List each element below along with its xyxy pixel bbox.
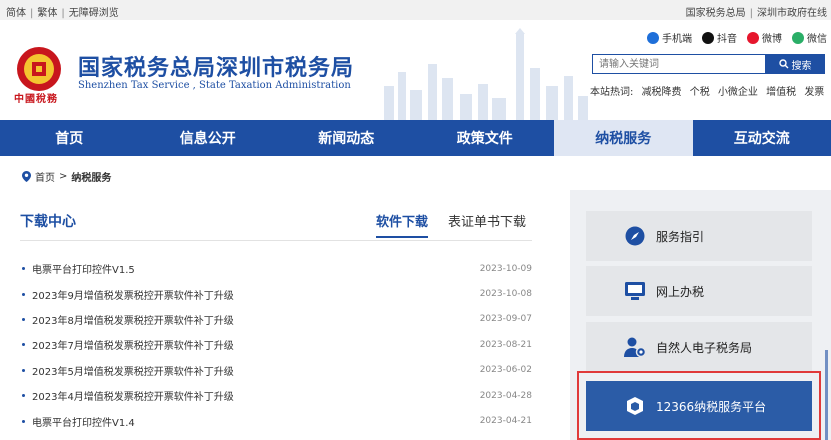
item-date: 2023-04-28 [479,390,532,401]
bullet-icon [22,394,25,398]
social-label: 抖音 [717,34,737,45]
nav-item-info-disclosure[interactable]: 信息公开 [139,120,278,156]
language-links: 简体 | 繁体 | 无障碍浏览 [6,4,119,19]
service-label: 网上办税 [656,284,705,299]
list-item[interactable]: 2023年4月增值税发票税控开票软件补丁升级 2023-04-28 [20,383,532,408]
hot-word-link[interactable]: 小微企业 [718,87,758,98]
bullet-icon [22,419,25,423]
item-date: 2023-10-09 [479,263,532,274]
city-government-link[interactable]: 深圳市政府在线 [757,8,827,19]
nav-item-interaction[interactable]: 互动交流 [693,120,831,156]
site-subtitle: Shenzhen Tax Service , State Taxation Ad… [78,80,351,91]
item-title[interactable]: 2023年8月增值税发票税控开票软件补丁升级 [32,312,472,327]
hot-word-link[interactable]: 发票 [804,87,824,98]
bullet-icon [22,343,25,347]
bullet-icon [22,267,25,271]
tab-forms-download[interactable]: 表证单书下载 [448,211,526,238]
monitor-icon [624,280,646,302]
download-center-title: 下载中心 [20,214,76,230]
social-item-mobile[interactable]: 手机端 [647,30,692,45]
social-links: 手机端 抖音 微博 微信 [647,30,827,45]
item-title[interactable]: 2023年5月增值税发票税控开票软件补丁升级 [32,363,472,378]
hot-words-label: 本站热词: [590,87,634,98]
mobile-icon [647,31,659,44]
bullet-icon [22,368,25,372]
site-header: 中國稅務 国家税务总局深圳市税务局 Shenzhen Tax Service ,… [0,20,831,120]
divider: | [749,8,753,19]
bullet-icon [22,292,25,296]
person-icon [624,336,646,358]
service-guide-button[interactable]: 服务指引 [586,211,812,261]
item-date: 2023-10-08 [479,289,532,300]
search-button[interactable]: 搜索 [765,54,825,74]
hot-words: 本站热词: 减税降费 个税 小微企业 增值税 发票 [590,83,824,98]
item-title[interactable]: 2023年9月增值税发票税控开票软件补丁升级 [32,287,472,302]
list-item[interactable]: 2023年8月增值税发票税控开票软件补丁升级 2023-09-07 [20,307,532,332]
top-utility-bar: 简体 | 繁体 | 无障碍浏览 国家税务总局 | 深圳市政府在线 [0,0,831,20]
partial-icon [825,350,828,440]
tax-emblem-icon [17,47,61,91]
main-nav: 首页 信息公开 新闻动态 政策文件 纳税服务 互动交流 [0,120,831,156]
individual-e-tax-button[interactable]: 自然人电子税务局 [586,322,812,372]
list-item[interactable]: 电票平台打印控件V1.5 2023-10-09 [20,256,532,281]
search-bar: 搜索 [592,54,825,74]
douyin-icon [702,31,714,44]
item-date: 2023-08-21 [479,339,532,350]
divider: | [30,8,34,19]
nav-item-tax-service[interactable]: 纳税服务 [554,120,693,156]
state-tax-link[interactable]: 国家税务总局 [686,8,746,19]
item-title[interactable]: 电票平台打印控件V1.4 [32,414,472,429]
online-tax-button[interactable]: 网上办税 [586,266,812,316]
item-title[interactable]: 电票平台打印控件V1.5 [32,261,472,276]
city-skyline-image [384,28,588,120]
search-button-label: 搜索 [791,60,812,72]
list-item[interactable]: 2023年5月增值税发票税控开票软件补丁升级 2023-06-02 [20,358,532,383]
search-icon [778,59,788,69]
weibo-icon [747,31,759,44]
breadcrumb-home[interactable]: 首页 [35,169,55,184]
search-input[interactable] [592,54,765,74]
list-item[interactable]: 电票平台打印控件V1.4 2023-04-21 [20,408,532,433]
breadcrumb-current: 纳税服务 [71,173,112,184]
simplified-chinese-link[interactable]: 简体 [6,8,26,19]
item-date: 2023-04-21 [479,416,532,427]
bullet-icon [22,317,25,321]
social-item-wechat[interactable]: 微信 [792,30,827,45]
external-links: 国家税务总局 | 深圳市政府在线 [686,4,827,19]
highlight-frame [577,371,821,440]
compass-icon [624,225,646,247]
tab-software-download[interactable]: 软件下载 [376,211,429,238]
service-label: 服务指引 [656,229,705,244]
divider: | [61,8,65,19]
wechat-icon [792,31,804,44]
emblem-caption: 中國稅務 [14,94,58,105]
breadcrumb: 首页 > 纳税服务 [22,169,111,184]
hot-word-link[interactable]: 增值税 [766,87,796,98]
list-item[interactable]: 2023年7月增值税发票税控开票软件补丁升级 2023-08-21 [20,332,532,357]
download-list: 电票平台打印控件V1.5 2023-10-09 2023年9月增值税发票税控开票软… [20,256,532,434]
nav-item-policy[interactable]: 政策文件 [416,120,555,156]
accessibility-link[interactable]: 无障碍浏览 [69,8,119,19]
traditional-chinese-link[interactable]: 繁体 [37,8,57,19]
list-item[interactable]: 2023年9月增值税发票税控开票软件补丁升级 2023-10-08 [20,281,532,306]
breadcrumb-separator: > [59,171,68,182]
item-title[interactable]: 2023年4月增值税发票税控开票软件补丁升级 [32,388,472,403]
divider [20,240,532,241]
item-date: 2023-06-02 [479,365,532,376]
location-pin-icon [22,171,31,182]
social-item-douyin[interactable]: 抖音 [702,30,737,45]
social-label: 微信 [807,34,827,45]
item-title[interactable]: 2023年7月增值税发票税控开票软件补丁升级 [32,337,472,352]
social-label: 手机端 [662,34,692,45]
nav-item-home[interactable]: 首页 [0,120,139,156]
service-label: 自然人电子税务局 [656,340,753,355]
hot-word-link[interactable]: 个税 [690,87,710,98]
nav-item-news[interactable]: 新闻动态 [277,120,416,156]
social-label: 微博 [762,34,782,45]
hot-word-link[interactable]: 减税降费 [642,87,682,98]
site-title[interactable]: 国家税务总局深圳市税务局 [78,50,354,82]
social-item-weibo[interactable]: 微博 [747,30,782,45]
download-tabs: 软件下载 表证单书下载 [376,211,526,238]
item-date: 2023-09-07 [479,314,532,325]
